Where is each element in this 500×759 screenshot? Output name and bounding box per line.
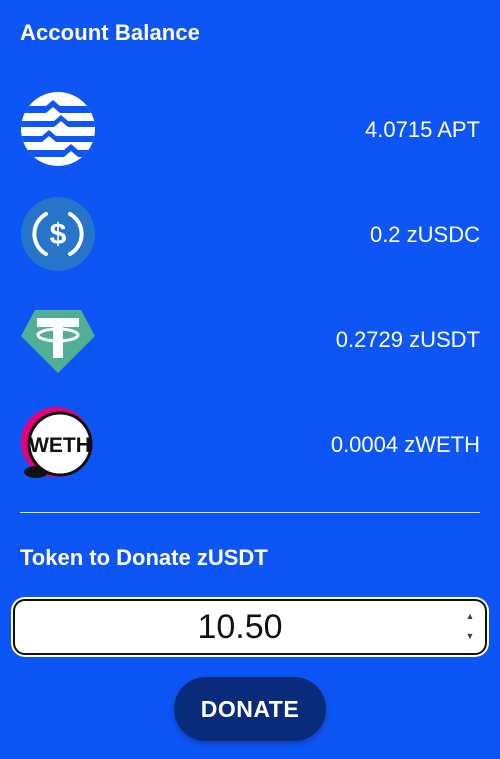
- aptos-logo-icon: [20, 91, 96, 167]
- number-stepper[interactable]: ▲ ▼: [463, 607, 477, 647]
- balance-row-apt: 4.0715 APT: [20, 91, 480, 169]
- donate-button[interactable]: DONATE: [174, 677, 326, 741]
- balance-row-weth: WETH 0.0004 zWETH: [20, 406, 480, 484]
- weth-icon-text: WETH: [29, 434, 91, 457]
- weth-logo-icon: WETH: [20, 406, 96, 482]
- donation-amount-field[interactable]: ▲ ▼: [13, 599, 487, 655]
- tether-logo-icon: [20, 301, 96, 377]
- section-divider: [20, 512, 480, 513]
- usdt-balance-amount: 0.2729 zUSDT: [335, 327, 480, 352]
- usdc-balance-amount: 0.2 zUSDC: [369, 222, 480, 247]
- increment-arrow-icon[interactable]: ▲: [463, 607, 477, 625]
- apt-balance-amount: 4.0715 APT: [365, 117, 480, 142]
- decrement-arrow-icon[interactable]: ▼: [463, 627, 477, 645]
- svg-text:$: $: [50, 218, 67, 251]
- donation-amount-input[interactable]: [25, 605, 455, 649]
- usdc-logo-icon: $: [20, 196, 96, 272]
- balance-row-usdt: 0.2729 zUSDT: [20, 301, 480, 379]
- weth-balance-amount: 0.0004 zWETH: [330, 432, 480, 457]
- balance-row-usdc: $ 0.2 zUSDC: [20, 196, 480, 274]
- account-balance-title: Account Balance: [20, 20, 200, 45]
- token-to-donate-label: Token to Donate zUSDT: [20, 545, 268, 570]
